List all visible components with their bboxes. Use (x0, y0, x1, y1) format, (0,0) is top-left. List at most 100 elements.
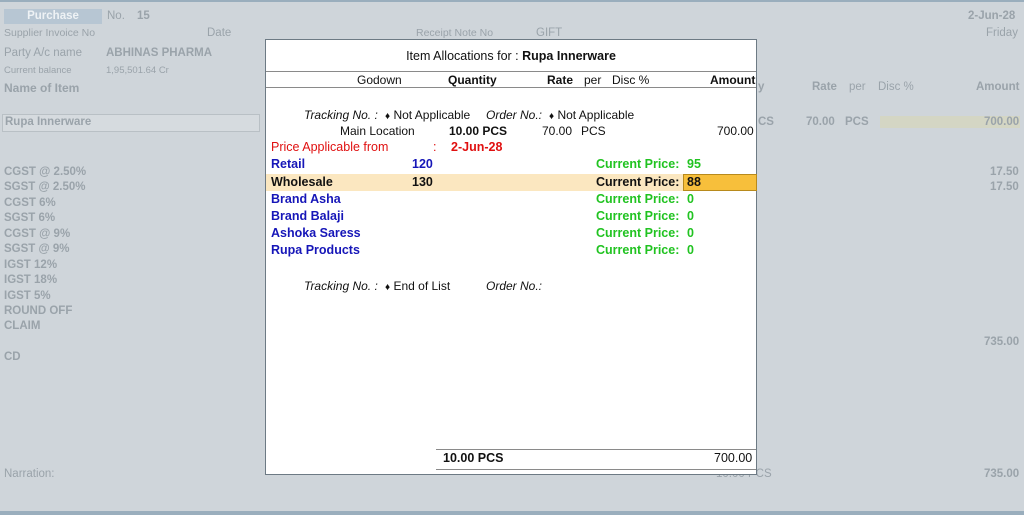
current-balance-value: 1,95,501.64 Cr (106, 65, 169, 76)
footer-total-amount: 700.00 (714, 451, 753, 465)
tracking-value-2: End of List (393, 279, 451, 293)
item-row-per: PCS (845, 116, 869, 128)
godown-field[interactable]: Main Location (340, 124, 415, 138)
current-price-label-selected: Current Price: (596, 175, 680, 189)
current-price-label: Current Price: (596, 243, 680, 257)
bg-header-amount: Amount (976, 81, 1020, 93)
voucher-date: 2-Jun-28 (968, 10, 1016, 22)
voucher-no-label: No. (107, 10, 125, 22)
quantity-field[interactable]: 10.00 PCS (449, 124, 507, 138)
price-level-value[interactable]: 120 (412, 157, 433, 171)
price-level-name[interactable]: Ashoka Saress (271, 226, 361, 240)
dialog-title-prefix: Item Allocations for : (406, 49, 519, 63)
price-applicable-date[interactable]: 2-Jun-28 (451, 140, 502, 154)
tax-line: CGST 6% (4, 197, 56, 209)
current-price-value[interactable]: 0 (687, 209, 694, 223)
header-top-rule (266, 71, 756, 72)
tax-line: IGST 12% (4, 259, 58, 271)
tracking-field-2[interactable]: ♦ End of List (385, 279, 450, 293)
tax-line: ROUND OFF (4, 305, 73, 317)
per-field[interactable]: PCS (581, 124, 606, 138)
tax-line: IGST 5% (4, 290, 51, 302)
footer-top-rule (436, 449, 756, 450)
sgst-amount: 17.50 (990, 181, 1019, 193)
current-price-label: Current Price: (596, 209, 680, 223)
voucher-day: Friday (986, 27, 1018, 39)
current-price-input[interactable]: 88 (687, 175, 701, 189)
tax-line: IGST 18% (4, 274, 58, 286)
current-price-label: Current Price: (596, 157, 680, 171)
order-label: Order No.: (486, 108, 543, 122)
order-field[interactable]: ♦ Not Applicable (549, 108, 634, 122)
grand-total-amount: 735.00 (984, 468, 1020, 480)
item-row-name[interactable]: Rupa Innerware (5, 116, 91, 128)
date-label: Date (207, 27, 232, 39)
header-bottom-rule (266, 87, 756, 88)
header-godown: Godown (357, 73, 402, 87)
diamond-icon: ♦ (385, 282, 391, 293)
bg-header-disc: Disc % (878, 81, 914, 93)
price-level-name[interactable]: Brand Balaji (271, 209, 344, 223)
receipt-note-label: Receipt Note No (416, 27, 494, 39)
cgst-amount: 17.50 (990, 166, 1019, 178)
current-price-value[interactable]: 95 (687, 157, 701, 171)
price-applicable-colon: : (433, 140, 437, 154)
tax-line: SGST 6% (4, 212, 56, 224)
dialog-title-item: Rupa Innerware (522, 49, 616, 63)
bg-header-y: y (758, 81, 765, 93)
subtotal-amount: 735.00 (984, 336, 1020, 348)
receipt-note-value: GIFT (536, 27, 563, 39)
amount-field[interactable]: 700.00 (717, 124, 754, 138)
cd-label: CD (4, 351, 21, 363)
price-level-value-selected[interactable]: 130 (412, 175, 433, 189)
diamond-icon: ♦ (385, 111, 391, 122)
tracking-label-2: Tracking No. : (304, 279, 378, 293)
price-applicable-label: Price Applicable from (271, 140, 389, 154)
diamond-icon: ♦ (549, 111, 555, 122)
header-disc: Disc % (612, 73, 650, 87)
dialog-title: Item Allocations for : Rupa Innerware (266, 49, 756, 63)
name-of-item-header: Name of Item (4, 81, 80, 95)
current-price-value[interactable]: 0 (687, 192, 694, 206)
header-per: per (584, 73, 602, 87)
current-balance-label: Current balance (4, 65, 72, 76)
tax-line: CGST @ 2.50% (4, 166, 87, 178)
top-border (0, 0, 1024, 2)
item-row-rate: 70.00 (806, 116, 835, 128)
supplier-invoice-label: Supplier Invoice No (4, 27, 96, 39)
party-label: Party A/c name (4, 47, 82, 59)
header-amount: Amount (710, 73, 756, 87)
price-level-name[interactable]: Retail (271, 157, 305, 171)
item-row-cs: CS (758, 116, 774, 128)
bg-header-rate: Rate (812, 81, 837, 93)
tax-line: CGST @ 9% (4, 228, 71, 240)
item-row-amount: 700.00 (984, 116, 1020, 128)
current-price-label: Current Price: (596, 226, 680, 240)
bottom-border (0, 511, 1024, 515)
current-price-value[interactable]: 0 (687, 226, 694, 240)
current-price-value[interactable]: 0 (687, 243, 694, 257)
party-value[interactable]: ABHINAS PHARMA (106, 47, 212, 59)
tax-line: SGST @ 9% (4, 243, 70, 255)
bg-header-per: per (849, 81, 866, 93)
voucher-no-value: 15 (137, 10, 150, 22)
item-allocations-dialog: Item Allocations for : Rupa Innerware Go… (265, 39, 757, 475)
tracking-field[interactable]: ♦ Not Applicable (385, 108, 470, 122)
footer-bottom-rule (436, 469, 756, 470)
tracking-value: Not Applicable (393, 108, 471, 122)
price-level-name-selected[interactable]: Wholesale (271, 175, 333, 189)
rate-field[interactable]: 70.00 (542, 124, 572, 138)
order-value: Not Applicable (557, 108, 635, 122)
voucher-type-badge[interactable]: Purchase (4, 9, 102, 24)
price-level-name[interactable]: Rupa Products (271, 243, 360, 257)
current-price-label: Current Price: (596, 192, 680, 206)
tax-line: SGST @ 2.50% (4, 181, 86, 193)
footer-total-quantity: 10.00 PCS (443, 451, 504, 465)
narration-label: Narration: (4, 468, 55, 480)
header-quantity: Quantity (448, 73, 497, 87)
tracking-label: Tracking No. : (304, 108, 378, 122)
header-rate: Rate (547, 73, 574, 87)
order-label-2: Order No.: (486, 279, 543, 293)
tax-line: CLAIM (4, 320, 41, 332)
price-level-name[interactable]: Brand Asha (271, 192, 341, 206)
